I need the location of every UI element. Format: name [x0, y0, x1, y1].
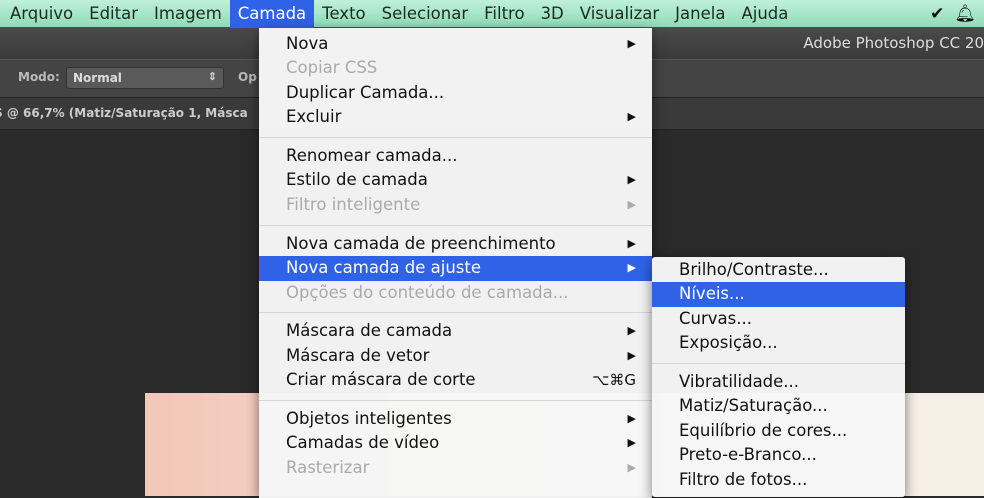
- menu-item-label: Exposição...: [679, 333, 778, 353]
- status-icons: ✔ 🔔︎: [930, 4, 976, 24]
- menu-item-label: Camadas de vídeo: [286, 433, 440, 453]
- mode-value: Normal: [73, 71, 122, 85]
- submenu-arrow-icon: ▶: [627, 173, 636, 187]
- menu-texto[interactable]: Texto: [314, 0, 373, 28]
- menu-item-label: Máscara de camada: [286, 321, 453, 341]
- menu-item-label: Excluir: [286, 107, 342, 127]
- menu-item-preto-e-branco[interactable]: Preto-e-Branco...: [652, 443, 905, 467]
- menu-imagem[interactable]: Imagem: [146, 0, 230, 28]
- updown-chevron-icon: ⇕: [207, 70, 217, 83]
- menu-arquivo[interactable]: Arquivo: [0, 0, 81, 28]
- menu-item-label: Preto-e-Branco...: [679, 445, 817, 465]
- menu-item-opcoes-do-conteudo-de-camada: Opções do conteúdo de camada...: [259, 281, 652, 305]
- submenu-arrow-icon: ▶: [627, 412, 636, 426]
- menu-separator: [259, 400, 652, 402]
- submenu-arrow-icon: ▶: [627, 436, 636, 450]
- submenu-arrow-icon: ▶: [627, 110, 636, 124]
- menu-filtro[interactable]: Filtro: [476, 0, 532, 28]
- menu-item-nova[interactable]: Nova ▶: [259, 32, 652, 56]
- menu-item-duplicar-camada[interactable]: Duplicar Camada...: [259, 81, 652, 105]
- menu-item-renomear-camada[interactable]: Renomear camada...: [259, 144, 652, 168]
- menu-item-camadas-de-video[interactable]: Camadas de vídeo ▶: [259, 431, 652, 455]
- menu-item-brilho-contraste[interactable]: Brilho/Contraste...: [652, 258, 905, 282]
- menu-item-equilibrio-de-cores[interactable]: Equilíbrio de cores...: [652, 419, 905, 443]
- menu-item-label: Opções do conteúdo de camada...: [286, 282, 569, 302]
- menu-item-excluir[interactable]: Excluir ▶: [259, 105, 652, 129]
- shortcut-label: ⌥⌘G: [592, 371, 636, 390]
- opacity-label: Op: [238, 70, 257, 84]
- submenu-arrow-icon: ▶: [627, 37, 636, 50]
- submenu-arrow-icon: ▶: [627, 324, 636, 338]
- menu-bar: Arquivo Editar Imagem Camada Texto Selecionar…: [0, 0, 984, 28]
- menu-separator: [259, 224, 652, 226]
- submenu-arrow-icon: ▶: [627, 460, 636, 474]
- menu-item-label: Matiz/Saturação...: [679, 396, 828, 416]
- menu-item-label: Curvas...: [679, 308, 752, 328]
- document-title: S @ 66,7% (Matiz/Saturação 1, Másca: [0, 106, 248, 120]
- mode-label: Modo:: [18, 70, 60, 84]
- menu-item-mascara-de-camada[interactable]: Máscara de camada ▶: [259, 319, 652, 343]
- menu-item-vibratilidade[interactable]: Vibratilidade...: [652, 370, 905, 394]
- menu-item-niveis[interactable]: Níveis...: [652, 282, 905, 307]
- app-title: Adobe Photoshop CC 20: [803, 34, 984, 52]
- menu-item-label: Nova camada de ajuste: [286, 258, 481, 278]
- menu-item-curvas[interactable]: Curvas...: [652, 307, 905, 331]
- menu-item-label: Filtro inteligente: [286, 194, 421, 214]
- menu-item-nova-camada-de-preenchimento[interactable]: Nova camada de preenchimento ▶: [259, 232, 652, 256]
- menu-item-matiz-saturacao[interactable]: Matiz/Saturação...: [652, 394, 905, 418]
- menu-item-label: Brilho/Contraste...: [679, 260, 829, 279]
- menu-item-filtro-de-fotos[interactable]: Filtro de fotos...: [652, 468, 905, 492]
- menu-item-label: Duplicar Camada...: [286, 82, 445, 102]
- menu-item-criar-mascara-de-corte[interactable]: Criar máscara de corte ⌥⌘G: [259, 368, 652, 392]
- menu-separator: [259, 137, 652, 139]
- menu-item-objetos-inteligentes[interactable]: Objetos inteligentes ▶: [259, 407, 652, 431]
- menu-item-label: Filtro de fotos...: [679, 469, 808, 489]
- menu-item-label: Nova camada de preenchimento: [286, 233, 556, 253]
- menu-item-label: Renomear camada...: [286, 146, 458, 166]
- menu-item-label: Objetos inteligentes: [286, 409, 452, 429]
- notification-bell-icon[interactable]: 🔔︎: [954, 4, 976, 24]
- menu-item-label: Nova: [286, 34, 329, 53]
- menu-janela[interactable]: Janela: [667, 0, 733, 28]
- menu-item-copiar-css: Copiar CSS: [259, 56, 652, 80]
- menu-editar[interactable]: Editar: [81, 0, 146, 28]
- menu-item-label: Rasterizar: [286, 457, 370, 477]
- menu-item-label: Estilo de camada: [286, 170, 428, 190]
- submenu-arrow-icon: ▶: [627, 348, 636, 362]
- menu-item-mascara-de-vetor[interactable]: Máscara de vetor ▶: [259, 344, 652, 368]
- menu-camada[interactable]: Camada: [229, 0, 315, 28]
- menu-item-label: Vibratilidade...: [679, 372, 800, 392]
- submenu-arrow-icon: ▶: [627, 236, 636, 250]
- submenu-arrow-icon: ▶: [627, 197, 636, 211]
- menu-selecionar[interactable]: Selecionar: [374, 0, 476, 28]
- menu-separator: [259, 312, 652, 314]
- menu-item-label: Equilíbrio de cores...: [679, 420, 848, 440]
- adjustment-layer-submenu: Brilho/Contraste... Níveis... Curvas... Exp…: [652, 257, 905, 497]
- menu-item-label: Criar máscara de corte: [286, 370, 476, 390]
- layer-menu: Nova ▶ Copiar CSS Duplicar Camada... Excluir…: [259, 28, 652, 498]
- menu-visualizar[interactable]: Visualizar: [572, 0, 667, 28]
- check-badge-icon[interactable]: ✔: [930, 4, 944, 24]
- menu-item-rasterizar: Rasterizar ▶: [259, 456, 652, 480]
- menu-separator: [652, 363, 905, 365]
- menu-item-exposicao[interactable]: Exposição...: [652, 331, 905, 355]
- menu-item-label: Níveis...: [679, 284, 745, 304]
- menu-item-filtro-inteligente: Filtro inteligente ▶: [259, 193, 652, 217]
- menu-3d[interactable]: 3D: [533, 0, 572, 28]
- menu-item-label: Copiar CSS: [286, 58, 378, 78]
- menu-item-label: Máscara de vetor: [286, 345, 430, 365]
- submenu-arrow-icon: ▶: [627, 261, 636, 275]
- blend-mode-select[interactable]: Normal ⇕: [66, 67, 224, 89]
- menu-item-nova-camada-de-ajuste[interactable]: Nova camada de ajuste ▶: [259, 256, 652, 281]
- menu-ajuda[interactable]: Ajuda: [733, 0, 796, 28]
- menu-item-estilo-de-camada[interactable]: Estilo de camada ▶: [259, 168, 652, 192]
